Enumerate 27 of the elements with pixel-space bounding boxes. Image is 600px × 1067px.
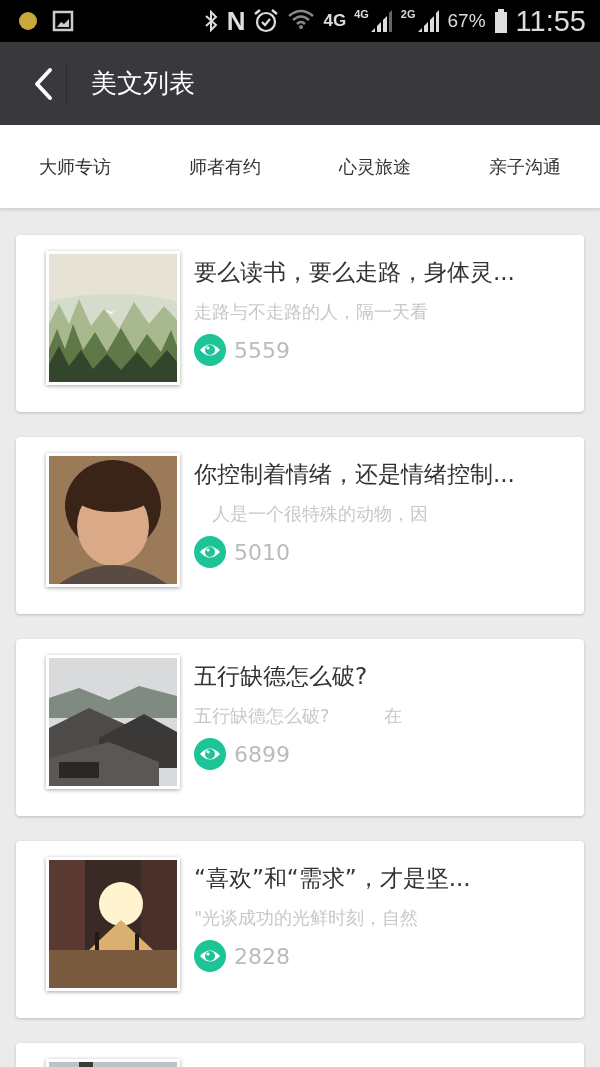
alarm-icon [253, 8, 280, 34]
view-count: 5010 [234, 539, 290, 565]
view-count: 5559 [234, 337, 290, 363]
article-title: 五行缺德怎么破? [194, 662, 369, 691]
eye-icon [194, 738, 226, 770]
eye-icon [194, 334, 226, 366]
network-type-label: 4G [323, 11, 347, 31]
eye-icon [194, 536, 226, 568]
image-icon [52, 10, 74, 32]
article-title: 要么读书，要么走路，身体灵... [194, 258, 515, 287]
article-title: 你控制着情绪，还是情绪控制... [194, 460, 515, 489]
clock-time: 11:55 [515, 4, 586, 38]
page-title: 美文列表 [91, 67, 195, 100]
notification-dot-icon [18, 11, 38, 31]
network-type-label: 2G [400, 8, 416, 20]
battery-icon [493, 8, 508, 34]
nfc-icon: N [226, 8, 246, 34]
view-count: 6899 [234, 741, 290, 767]
category-tab[interactable]: 亲子沟通 [485, 146, 565, 187]
article-title: “喜欢”和“需求”，才是坚... [194, 864, 471, 893]
eye-icon [194, 940, 226, 972]
category-tab[interactable]: 大师专访 [35, 146, 115, 187]
category-tab[interactable]: 心灵旅途 [335, 146, 415, 187]
network-type-label: 4G [354, 8, 369, 20]
view-count: 2828 [234, 943, 290, 969]
category-tab[interactable]: 师者有约 [185, 146, 265, 187]
battery-percentage: 67% [447, 10, 486, 32]
